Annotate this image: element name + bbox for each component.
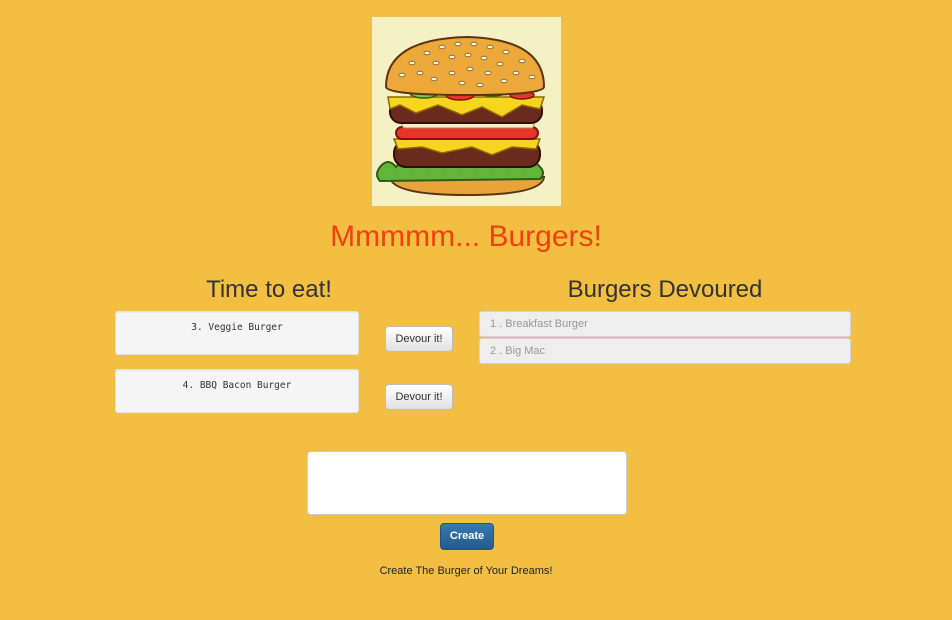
devoured-burger-item: 1 . Breakfast Burger xyxy=(479,311,851,337)
time-to-eat-heading: Time to eat! xyxy=(206,276,332,303)
burgers-devoured-heading: Burgers Devoured xyxy=(567,276,763,303)
burger-name: 3. Veggie Burger xyxy=(191,322,283,333)
page-title: Mmmmm... Burgers! xyxy=(330,220,602,253)
burger-name-input[interactable] xyxy=(307,451,627,515)
uneaten-burger-card: 4. BBQ Bacon Burger xyxy=(115,369,359,413)
burger-icon xyxy=(376,35,546,197)
uneaten-burger-card: 3. Veggie Burger xyxy=(115,311,359,355)
burger-name: 4. BBQ Bacon Burger xyxy=(182,380,292,391)
devoured-list: 1 . Breakfast Burger 2 . Big Mac xyxy=(479,311,851,365)
tagline: Create The Burger of Your Dreams! xyxy=(379,565,553,577)
devour-button[interactable]: Devour it! xyxy=(385,326,453,352)
devour-button[interactable]: Devour it! xyxy=(385,384,453,410)
burger-logo xyxy=(372,17,561,206)
create-button[interactable]: Create xyxy=(440,523,494,550)
devoured-burger-item: 2 . Big Mac xyxy=(479,338,851,364)
